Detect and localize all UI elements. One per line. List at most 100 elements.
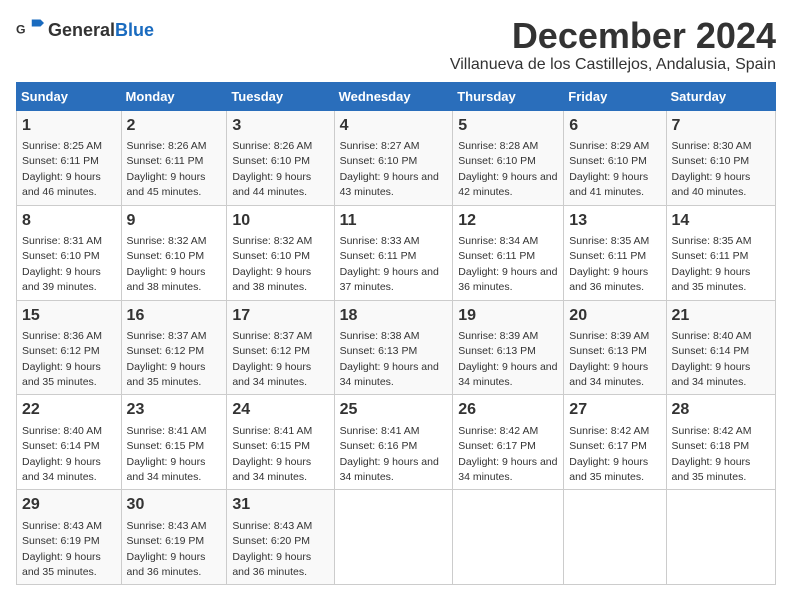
day-info: Sunrise: 8:30 AMSunset: 6:10 PMDaylight:… [672, 140, 752, 198]
day-number: 2 [127, 115, 222, 137]
day-info: Sunrise: 8:43 AMSunset: 6:20 PMDaylight:… [232, 520, 312, 578]
day-cell: 10 Sunrise: 8:32 AMSunset: 6:10 PMDayligh… [227, 205, 334, 300]
day-number: 8 [22, 210, 116, 232]
day-number: 29 [22, 494, 116, 516]
col-header-monday: Monday [121, 82, 227, 110]
day-info: Sunrise: 8:41 AMSunset: 6:15 PMDaylight:… [232, 425, 312, 483]
day-cell: 22Sunrise: 8:40 AMSunset: 6:14 PMDayligh… [17, 395, 122, 490]
day-info: Sunrise: 8:28 AMSunset: 6:10 PMDaylight:… [458, 140, 557, 198]
day-cell: 31 Sunrise: 8:43 AMSunset: 6:20 PMDayligh… [227, 490, 334, 585]
day-number: 22 [22, 399, 116, 421]
day-number: 24 [232, 399, 328, 421]
day-number: 13 [569, 210, 660, 232]
day-info: Sunrise: 8:38 AMSunset: 6:13 PMDaylight:… [340, 330, 439, 388]
day-number: 5 [458, 115, 558, 137]
col-header-thursday: Thursday [453, 82, 564, 110]
calendar-table: SundayMondayTuesdayWednesdayThursdayFrid… [16, 82, 776, 586]
logo-icon: G [16, 16, 44, 44]
day-number: 3 [232, 115, 328, 137]
day-number: 31 [232, 494, 328, 516]
day-info: Sunrise: 8:32 AMSunset: 6:10 PMDaylight:… [127, 235, 207, 293]
day-cell: 13 Sunrise: 8:35 AMSunset: 6:11 PMDayligh… [564, 205, 666, 300]
col-header-saturday: Saturday [666, 82, 775, 110]
day-cell: 8 Sunrise: 8:31 AMSunset: 6:10 PMDaylight… [17, 205, 122, 300]
day-cell [666, 490, 775, 585]
header-row: SundayMondayTuesdayWednesdayThursdayFrid… [17, 82, 776, 110]
title-area: December 2024 Villanueva de los Castille… [450, 16, 776, 74]
day-info: Sunrise: 8:42 AMSunset: 6:18 PMDaylight:… [672, 425, 752, 483]
day-number: 7 [672, 115, 770, 137]
day-cell: 9 Sunrise: 8:32 AMSunset: 6:10 PMDaylight… [121, 205, 227, 300]
day-number: 15 [22, 305, 116, 327]
day-number: 18 [340, 305, 448, 327]
day-cell: 14 Sunrise: 8:35 AMSunset: 6:11 PMDayligh… [666, 205, 775, 300]
day-number: 16 [127, 305, 222, 327]
day-info: Sunrise: 8:25 AMSunset: 6:11 PMDaylight:… [22, 140, 102, 198]
day-number: 12 [458, 210, 558, 232]
day-cell: 3 Sunrise: 8:26 AMSunset: 6:10 PMDaylight… [227, 110, 334, 205]
day-cell: 25 Sunrise: 8:41 AMSunset: 6:16 PMDayligh… [334, 395, 453, 490]
day-number: 20 [569, 305, 660, 327]
day-cell: 18 Sunrise: 8:38 AMSunset: 6:13 PMDayligh… [334, 300, 453, 395]
col-header-tuesday: Tuesday [227, 82, 334, 110]
day-info: Sunrise: 8:43 AMSunset: 6:19 PMDaylight:… [127, 520, 207, 578]
header: G GeneralBlue December 2024 Villanueva d… [16, 16, 776, 74]
week-row-5: 29 Sunrise: 8:43 AMSunset: 6:19 PMDayligh… [17, 490, 776, 585]
day-number: 11 [340, 210, 448, 232]
day-number: 4 [340, 115, 448, 137]
day-cell: 23Sunrise: 8:41 AMSunset: 6:15 PMDayligh… [121, 395, 227, 490]
day-cell: 12 Sunrise: 8:34 AMSunset: 6:11 PMDayligh… [453, 205, 564, 300]
day-number: 17 [232, 305, 328, 327]
col-header-friday: Friday [564, 82, 666, 110]
day-number: 27 [569, 399, 660, 421]
svg-text:G: G [16, 23, 26, 37]
day-cell [334, 490, 453, 585]
week-row-3: 15Sunrise: 8:36 AMSunset: 6:12 PMDayligh… [17, 300, 776, 395]
logo-text-blue: Blue [115, 20, 154, 40]
day-info: Sunrise: 8:41 AMSunset: 6:16 PMDaylight:… [340, 425, 439, 483]
day-info: Sunrise: 8:27 AMSunset: 6:10 PMDaylight:… [340, 140, 439, 198]
day-number: 25 [340, 399, 448, 421]
day-cell: 29 Sunrise: 8:43 AMSunset: 6:19 PMDayligh… [17, 490, 122, 585]
day-info: Sunrise: 8:31 AMSunset: 6:10 PMDaylight:… [22, 235, 102, 293]
day-cell: 15Sunrise: 8:36 AMSunset: 6:12 PMDayligh… [17, 300, 122, 395]
day-cell: 26Sunrise: 8:42 AMSunset: 6:17 PMDayligh… [453, 395, 564, 490]
day-number: 9 [127, 210, 222, 232]
day-cell: 20 Sunrise: 8:39 AMSunset: 6:13 PMDayligh… [564, 300, 666, 395]
day-cell: 27 Sunrise: 8:42 AMSunset: 6:17 PMDayligh… [564, 395, 666, 490]
day-cell: 21 Sunrise: 8:40 AMSunset: 6:14 PMDayligh… [666, 300, 775, 395]
day-info: Sunrise: 8:26 AMSunset: 6:11 PMDaylight:… [127, 140, 207, 198]
subtitle: Villanueva de los Castillejos, Andalusia… [450, 56, 776, 74]
day-info: Sunrise: 8:39 AMSunset: 6:13 PMDaylight:… [569, 330, 649, 388]
day-info: Sunrise: 8:32 AMSunset: 6:10 PMDaylight:… [232, 235, 312, 293]
day-info: Sunrise: 8:43 AMSunset: 6:19 PMDaylight:… [22, 520, 102, 578]
week-row-1: 1Sunrise: 8:25 AMSunset: 6:11 PMDaylight… [17, 110, 776, 205]
day-info: Sunrise: 8:37 AMSunset: 6:12 PMDaylight:… [127, 330, 207, 388]
day-info: Sunrise: 8:41 AMSunset: 6:15 PMDaylight:… [127, 425, 207, 483]
day-info: Sunrise: 8:39 AMSunset: 6:13 PMDaylight:… [458, 330, 557, 388]
day-info: Sunrise: 8:37 AMSunset: 6:12 PMDaylight:… [232, 330, 312, 388]
day-info: Sunrise: 8:33 AMSunset: 6:11 PMDaylight:… [340, 235, 439, 293]
day-cell [564, 490, 666, 585]
day-number: 14 [672, 210, 770, 232]
day-cell: 1Sunrise: 8:25 AMSunset: 6:11 PMDaylight… [17, 110, 122, 205]
day-info: Sunrise: 8:26 AMSunset: 6:10 PMDaylight:… [232, 140, 312, 198]
day-cell: 11 Sunrise: 8:33 AMSunset: 6:11 PMDayligh… [334, 205, 453, 300]
day-cell: 17 Sunrise: 8:37 AMSunset: 6:12 PMDayligh… [227, 300, 334, 395]
day-number: 21 [672, 305, 770, 327]
day-number: 26 [458, 399, 558, 421]
logo: G GeneralBlue [16, 16, 154, 44]
day-info: Sunrise: 8:35 AMSunset: 6:11 PMDaylight:… [672, 235, 752, 293]
day-cell: 16 Sunrise: 8:37 AMSunset: 6:12 PMDayligh… [121, 300, 227, 395]
day-cell: 7 Sunrise: 8:30 AMSunset: 6:10 PMDaylight… [666, 110, 775, 205]
day-cell: 4 Sunrise: 8:27 AMSunset: 6:10 PMDaylight… [334, 110, 453, 205]
day-info: Sunrise: 8:35 AMSunset: 6:11 PMDaylight:… [569, 235, 649, 293]
day-number: 19 [458, 305, 558, 327]
week-row-4: 22Sunrise: 8:40 AMSunset: 6:14 PMDayligh… [17, 395, 776, 490]
day-cell: 5 Sunrise: 8:28 AMSunset: 6:10 PMDaylight… [453, 110, 564, 205]
day-number: 10 [232, 210, 328, 232]
day-info: Sunrise: 8:42 AMSunset: 6:17 PMDaylight:… [569, 425, 649, 483]
day-info: Sunrise: 8:34 AMSunset: 6:11 PMDaylight:… [458, 235, 557, 293]
day-number: 30 [127, 494, 222, 516]
day-info: Sunrise: 8:40 AMSunset: 6:14 PMDaylight:… [672, 330, 752, 388]
